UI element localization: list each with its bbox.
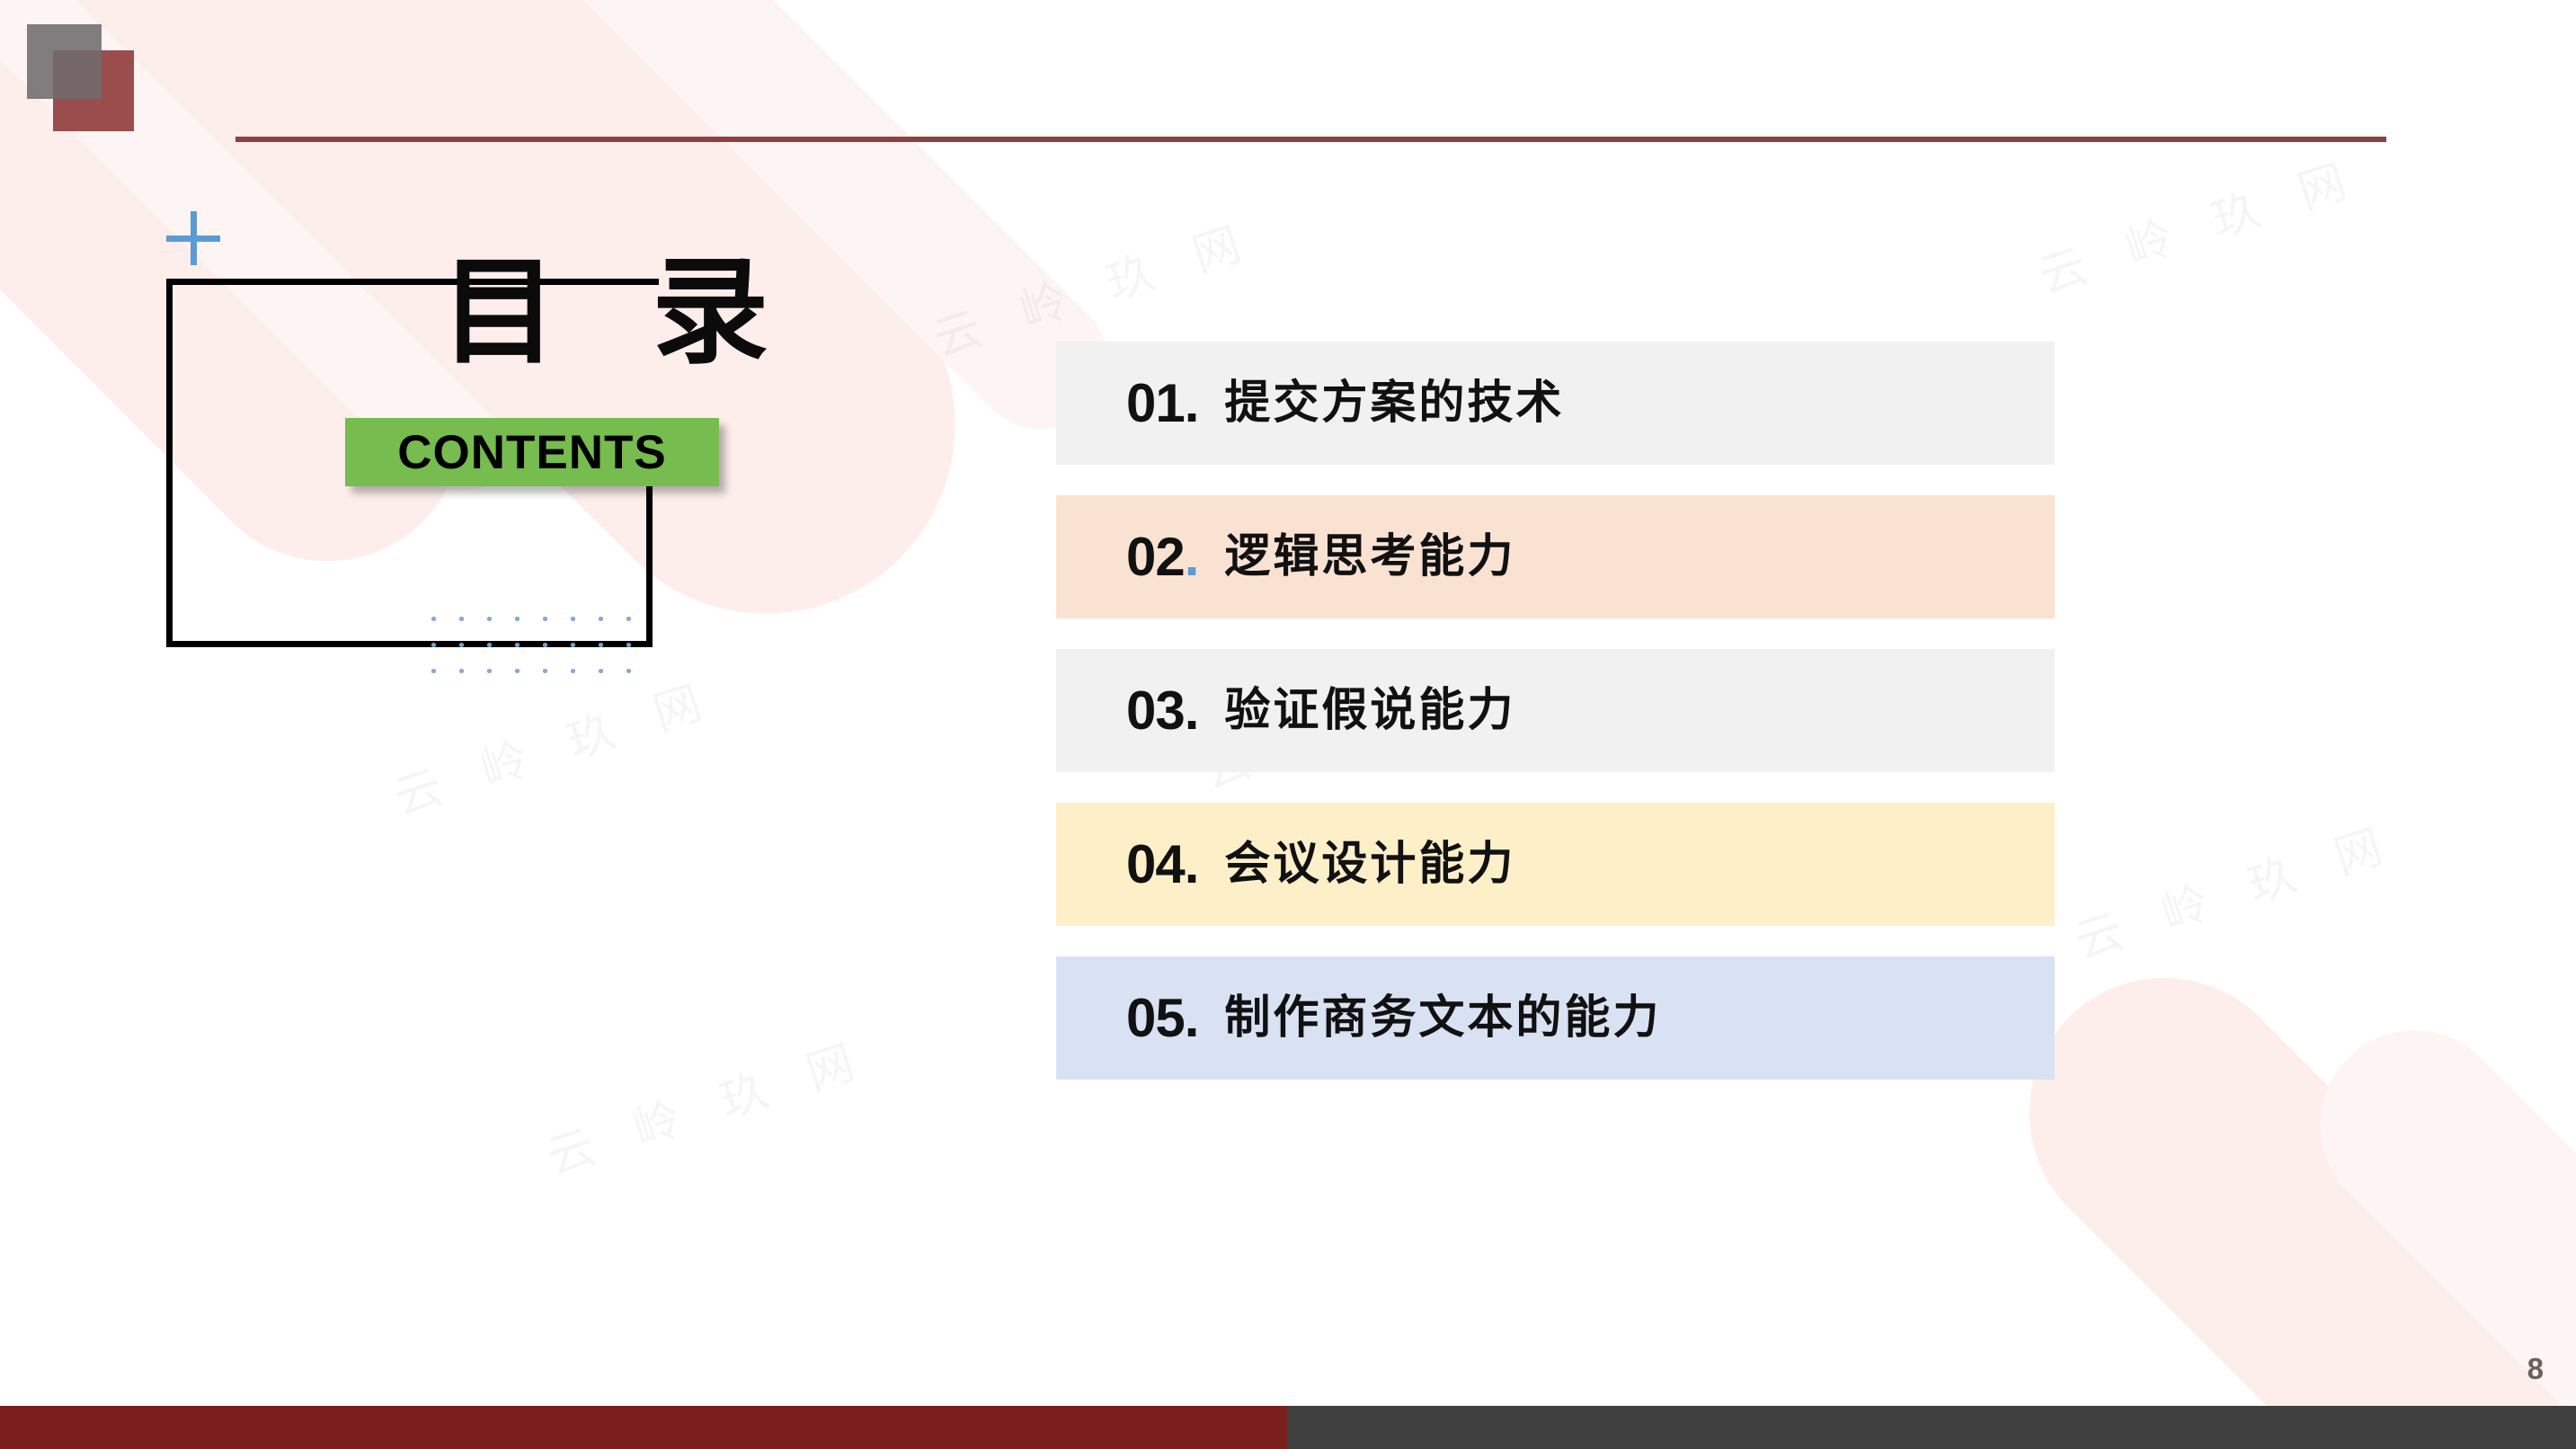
watermark: 云 岭 玖 网 [2033, 151, 2368, 304]
list-item-number: 04 [1126, 833, 1186, 894]
contents-badge-label: CONTENTS [397, 425, 667, 479]
list-item-label: 提交方案的技术 [1224, 376, 1565, 430]
diagonal-stripe [1973, 921, 2576, 1449]
watermark: 云 岭 玖 网 [2069, 816, 2404, 969]
list-item-separator: . [1184, 987, 1200, 1048]
footer-bar [0, 1406, 2576, 1449]
contents-list: 01 . 提交方案的技术 02 . 逻辑思考能力 03 . 验证假说能力 04 … [1056, 342, 2055, 1080]
list-item-label: 会议设计能力 [1224, 837, 1516, 891]
watermark: 云 岭 玖 网 [541, 1032, 876, 1185]
list-item-separator: . [1184, 680, 1200, 741]
list-item-label: 验证假说能力 [1224, 683, 1516, 737]
contents-badge: CONTENTS [345, 418, 719, 486]
list-item[interactable]: 02 . 逻辑思考能力 [1056, 495, 2055, 618]
header-rule [235, 137, 2386, 142]
page-number: 8 [2527, 1352, 2544, 1385]
list-item[interactable]: 03 . 验证假说能力 [1056, 649, 2055, 772]
list-item-label: 制作商务文本的能力 [1224, 991, 1662, 1045]
footer-bar-red [0, 1406, 1287, 1449]
list-item-separator: . [1184, 833, 1200, 894]
list-item-number: 02 [1126, 526, 1186, 587]
list-item-separator: . [1184, 526, 1200, 587]
list-item-number: 05 [1126, 987, 1186, 1048]
list-item[interactable]: 05 . 制作商务文本的能力 [1056, 956, 2055, 1080]
diagonal-stripe [149, 0, 1136, 458]
page-title: 目 录 [440, 243, 796, 380]
frame-right-edge [646, 476, 653, 647]
list-item-label: 逻辑思考能力 [1224, 529, 1516, 583]
footer-bar-gray [1287, 1406, 2576, 1449]
list-item[interactable]: 01 . 提交方案的技术 [1056, 342, 2055, 465]
plus-icon [166, 211, 220, 265]
slide-canvas: 云 岭 玖 网 云 岭 玖 网 云 岭 玖 网 云 岭 玖 网 云 岭 玖 网 … [0, 0, 2576, 1449]
frame-left-edge [166, 279, 173, 647]
list-item[interactable]: 04 . 会议设计能力 [1056, 803, 2055, 926]
dot-grid-decoration [418, 604, 646, 687]
list-item-separator: . [1184, 372, 1200, 433]
list-item-number: 03 [1126, 680, 1186, 741]
decor-square-gray [27, 24, 102, 99]
list-item-number: 01 [1126, 372, 1186, 433]
